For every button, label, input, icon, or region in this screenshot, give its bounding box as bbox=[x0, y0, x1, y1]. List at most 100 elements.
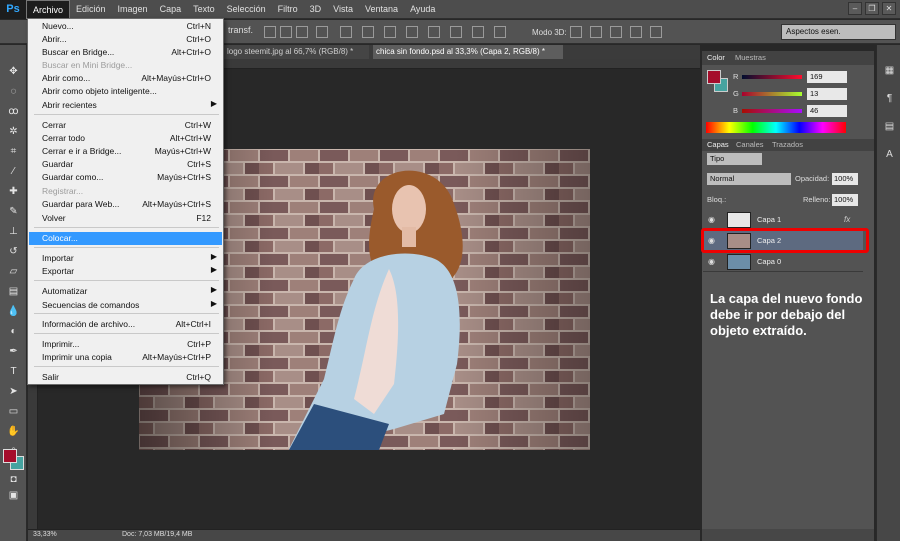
menu-item-imprimir[interactable]: Imprimir... Ctrl+P bbox=[29, 338, 222, 351]
visibility-eye-icon[interactable]: ◉ bbox=[708, 257, 715, 266]
menu-item-imprimir-una-copia[interactable]: Imprimir una copia Alt+Mayús+Ctrl+P bbox=[29, 351, 222, 364]
clone-stamp-icon[interactable]: ⊥ bbox=[6, 225, 21, 238]
distribute-bottom-icon[interactable] bbox=[384, 26, 396, 38]
menu-archivo[interactable]: Archivo bbox=[26, 0, 71, 19]
dodge-tool-icon[interactable]: ◐ bbox=[6, 325, 21, 338]
menu-item-automatizar[interactable]: Automatizar ▶ bbox=[29, 285, 222, 298]
tab-muestras[interactable]: Muestras bbox=[735, 53, 766, 62]
fill-input[interactable]: 100% bbox=[832, 194, 858, 206]
visibility-eye-icon[interactable]: ◉ bbox=[708, 215, 715, 224]
green-value-input[interactable]: 13 bbox=[807, 88, 847, 100]
menu-item-abrir-como[interactable]: Abrir como... Alt+Mayús+Ctrl+O bbox=[29, 72, 222, 85]
brush-tool-icon[interactable]: ✎ bbox=[6, 205, 21, 218]
menu-item-abrir-como-objeto-inteligente[interactable]: Abrir como objeto inteligente... bbox=[29, 85, 222, 98]
menu-item-abrir-recientes[interactable]: Abrir recientes ▶ bbox=[29, 99, 222, 112]
menu-item-salir[interactable]: Salir Ctrl+Q bbox=[29, 371, 222, 384]
foreground-color-swatch[interactable] bbox=[3, 449, 17, 463]
menu-item-secuencias-de-comandos[interactable]: Secuencias de comandos ▶ bbox=[29, 299, 222, 312]
menu-seleccion[interactable]: Selección bbox=[221, 0, 272, 19]
menu-edicion[interactable]: Edición bbox=[70, 0, 112, 19]
3d-scale-icon[interactable] bbox=[650, 26, 662, 38]
red-value-input[interactable]: 169 bbox=[807, 71, 847, 83]
menu-item-exportar[interactable]: Exportar ▶ bbox=[29, 265, 222, 278]
3d-slide-icon[interactable] bbox=[630, 26, 642, 38]
distribute-center-icon[interactable] bbox=[428, 26, 440, 38]
blue-slider[interactable] bbox=[742, 109, 802, 113]
distribute-spacing-icon[interactable] bbox=[494, 26, 506, 38]
layer-row-capa-0[interactable]: ◉ Capa 0 bbox=[703, 252, 863, 272]
color-foreground-swatch[interactable] bbox=[707, 70, 721, 84]
menu-item-importar[interactable]: Importar ▶ bbox=[29, 252, 222, 265]
menu-item-nuevo[interactable]: Nuevo... Ctrl+N bbox=[29, 20, 222, 33]
menu-item-colocar[interactable]: Colocar... bbox=[29, 232, 222, 245]
menu-item-cerrar-e-ir-a-bridge[interactable]: Cerrar e ir a Bridge... Mayús+Ctrl+W bbox=[29, 145, 222, 158]
restore-icon[interactable]: ❐ bbox=[865, 2, 879, 15]
menu-item-guardar-para-web[interactable]: Guardar para Web... Alt+Mayús+Ctrl+S bbox=[29, 198, 222, 211]
menu-item-volver[interactable]: Volver F12 bbox=[29, 212, 222, 225]
menu-item-guardar[interactable]: Guardar Ctrl+S bbox=[29, 158, 222, 171]
3d-rotate-icon[interactable] bbox=[570, 26, 582, 38]
distribute-right-icon[interactable] bbox=[450, 26, 462, 38]
type-tool-icon[interactable]: T bbox=[6, 365, 21, 378]
align-middle-icon[interactable] bbox=[280, 26, 292, 38]
tab-trazados[interactable]: Trazados bbox=[772, 140, 803, 149]
healing-brush-icon[interactable]: ✚ bbox=[6, 185, 21, 198]
distribute-left-icon[interactable] bbox=[406, 26, 418, 38]
history-brush-icon[interactable]: ↺ bbox=[6, 245, 21, 258]
menu-item-cerrar[interactable]: Cerrar Ctrl+W bbox=[29, 119, 222, 132]
info-panel-icon[interactable]: ▤ bbox=[883, 121, 896, 134]
pen-tool-icon[interactable]: ✒ bbox=[6, 345, 21, 358]
3d-pan-icon[interactable] bbox=[610, 26, 622, 38]
tab-logo-steemit[interactable]: logo steemit.jpg al 66,7% (RGB/8) * bbox=[224, 45, 369, 59]
blur-tool-icon[interactable]: 💧 bbox=[6, 305, 21, 318]
zoom-level[interactable]: 33,33% bbox=[33, 531, 57, 538]
green-slider[interactable] bbox=[742, 92, 802, 96]
properties-panel-icon[interactable]: ¶ bbox=[883, 93, 896, 106]
auto-align-icon[interactable] bbox=[472, 26, 484, 38]
menu-item-guardar-como[interactable]: Guardar como... Mayús+Ctrl+S bbox=[29, 171, 222, 184]
menu-ventana[interactable]: Ventana bbox=[359, 0, 404, 19]
layer-row-capa-1[interactable]: ◉ Capa 1 bbox=[703, 210, 863, 230]
minimize-icon[interactable]: – bbox=[848, 2, 862, 15]
menu-ayuda[interactable]: Ayuda bbox=[404, 0, 441, 19]
workspace-select[interactable]: Aspectos esen. bbox=[781, 24, 896, 40]
screen-mode-icon[interactable]: ▣ bbox=[6, 489, 21, 502]
gradient-tool-icon[interactable]: ▤ bbox=[6, 285, 21, 298]
hand-tool-icon[interactable]: ✋ bbox=[6, 425, 21, 438]
eraser-tool-icon[interactable]: ▱ bbox=[6, 265, 21, 278]
tab-color[interactable]: Color bbox=[707, 53, 725, 62]
close-icon[interactable]: ✕ bbox=[882, 2, 896, 15]
menu-item-informacion-de-archivo[interactable]: Información de archivo... Alt+Ctrl+I bbox=[29, 318, 222, 331]
eyedropper-icon[interactable]: ⁄ bbox=[6, 165, 21, 178]
align-top-icon[interactable] bbox=[264, 26, 276, 38]
menu-3d[interactable]: 3D bbox=[304, 0, 328, 19]
menu-texto[interactable]: Texto bbox=[187, 0, 221, 19]
menu-item-cerrar-todo[interactable]: Cerrar todo Alt+Ctrl+W bbox=[29, 132, 222, 145]
tab-chica-sin-fondo[interactable]: chica sin fondo.psd al 33,3% (Capa 2, RG… bbox=[373, 45, 563, 59]
magic-wand-icon[interactable]: ✲ bbox=[6, 125, 21, 138]
crop-tool-icon[interactable]: ⌗ bbox=[6, 145, 21, 158]
menu-item-abrir[interactable]: Abrir... Ctrl+O bbox=[29, 33, 222, 46]
distribute-top-icon[interactable] bbox=[340, 26, 352, 38]
layer-effects-icon[interactable]: fx bbox=[844, 215, 850, 224]
blend-mode-select[interactable]: Normal bbox=[707, 173, 791, 185]
opacity-input[interactable]: 100% bbox=[832, 173, 858, 185]
color-spectrum-bar[interactable] bbox=[706, 122, 846, 133]
lasso-tool-icon[interactable]: ꝏ bbox=[6, 105, 21, 118]
menu-vista[interactable]: Vista bbox=[327, 0, 359, 19]
menu-capa[interactable]: Capa bbox=[154, 0, 188, 19]
tab-canales[interactable]: Canales bbox=[736, 140, 764, 149]
menu-imagen[interactable]: Imagen bbox=[112, 0, 154, 19]
character-panel-icon[interactable]: A bbox=[883, 149, 896, 162]
align-left-icon[interactable] bbox=[316, 26, 328, 38]
move-tool-icon[interactable]: ✥ bbox=[6, 65, 21, 78]
layer-filter-select[interactable]: Tipo bbox=[707, 153, 762, 165]
3d-roll-icon[interactable] bbox=[590, 26, 602, 38]
align-bottom-icon[interactable] bbox=[296, 26, 308, 38]
distribute-middle-icon[interactable] bbox=[362, 26, 374, 38]
path-selection-icon[interactable]: ➤ bbox=[6, 385, 21, 398]
history-panel-icon[interactable]: ▦ bbox=[883, 65, 896, 78]
red-slider[interactable] bbox=[742, 75, 802, 79]
tab-capas[interactable]: Capas bbox=[707, 140, 729, 149]
blue-value-input[interactable]: 46 bbox=[807, 105, 847, 117]
